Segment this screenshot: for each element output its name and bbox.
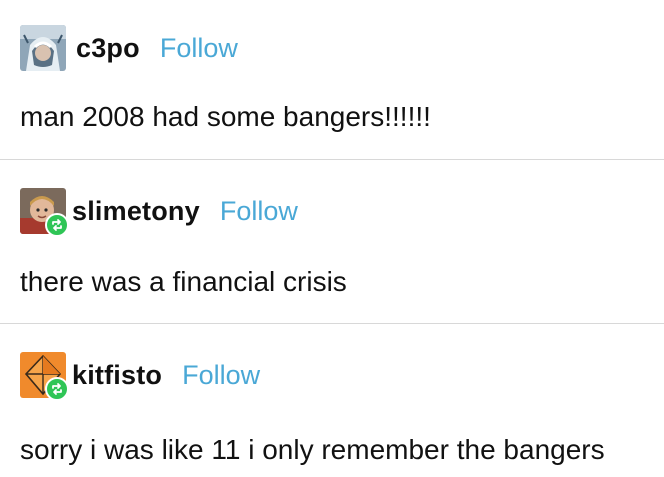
post-header: c3po Follow <box>20 0 664 74</box>
post-text: there was a financial crisis <box>20 266 347 297</box>
post-text: man 2008 had some bangers!!!!!! <box>20 101 431 132</box>
avatar[interactable] <box>20 352 69 401</box>
character-portrait-icon <box>20 25 66 71</box>
reblog-icon <box>45 377 69 401</box>
post-header: slimetony Follow <box>20 160 664 237</box>
username[interactable]: slimetony <box>72 196 200 227</box>
follow-button[interactable]: Follow <box>182 360 260 391</box>
post-kitfisto: kitfisto Follow sorry i was like 11 i on… <box>0 324 664 477</box>
username[interactable]: kitfisto <box>72 360 162 391</box>
follow-button[interactable]: Follow <box>160 33 238 64</box>
follow-button[interactable]: Follow <box>220 196 298 227</box>
post-c3po: c3po Follow man 2008 had some bangers!!!… <box>0 0 664 159</box>
username[interactable]: c3po <box>76 33 140 64</box>
avatar[interactable] <box>20 25 66 71</box>
post-slimetony: slimetony Follow there was a financial c… <box>0 160 664 323</box>
post-header: kitfisto Follow <box>20 324 664 401</box>
post-text: sorry i was like 11 i only remember the … <box>20 434 605 465</box>
avatar[interactable] <box>20 188 69 237</box>
reblog-thread: c3po Follow man 2008 had some bangers!!!… <box>0 0 664 475</box>
reblog-icon <box>45 213 69 237</box>
